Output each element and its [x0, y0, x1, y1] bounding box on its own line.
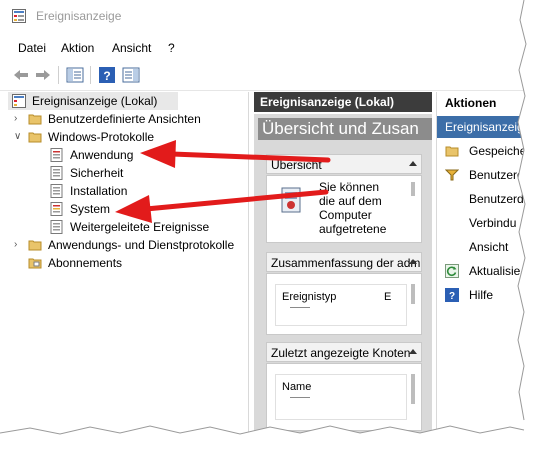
- annotation-arrow-system: [115, 189, 329, 223]
- annotation-arrows: [115, 140, 331, 223]
- annotation-arrow-application: [140, 140, 331, 168]
- event-viewer-window: Ereignisanzeige Datei Aktion Ansicht ? ?: [0, 0, 536, 449]
